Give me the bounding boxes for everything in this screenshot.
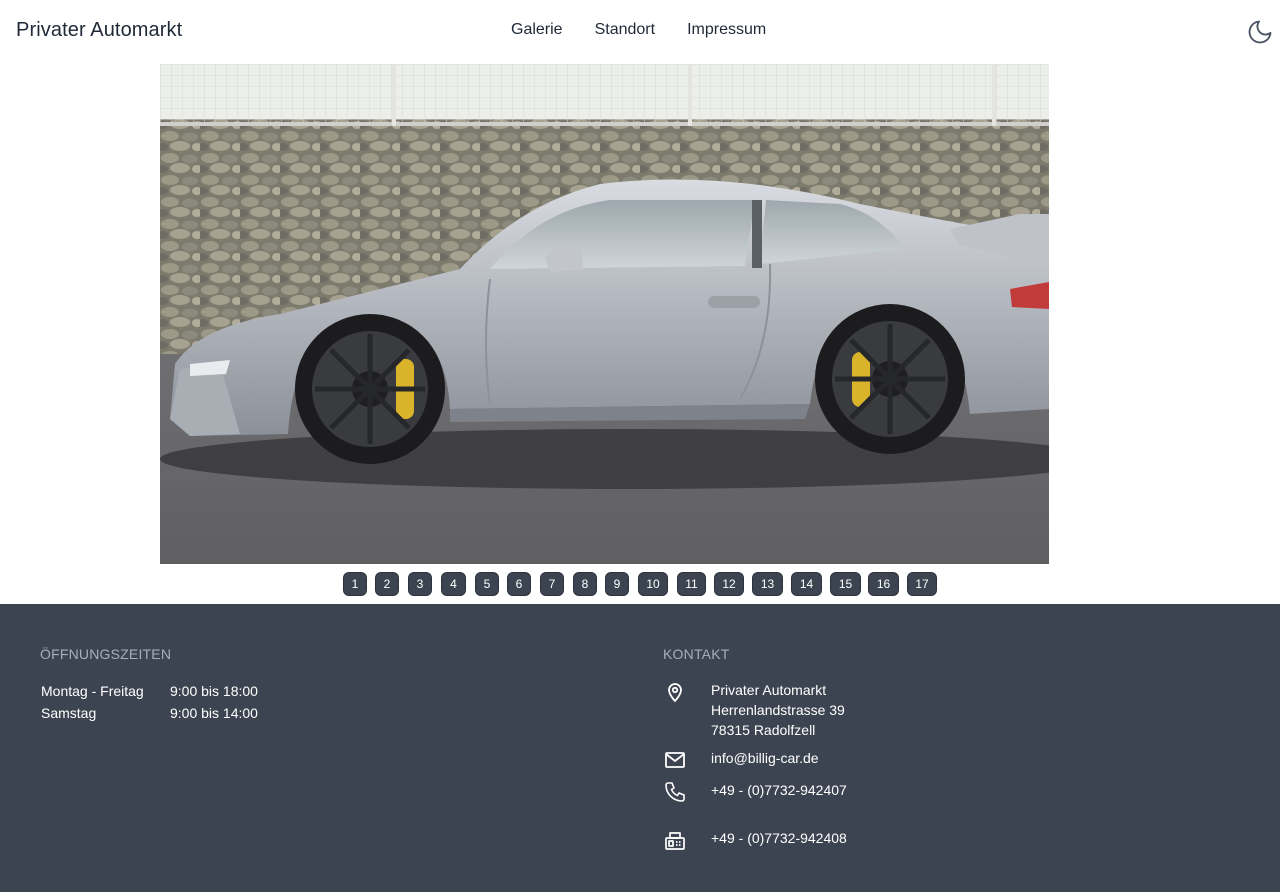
hours-day: Samstag	[41, 705, 97, 721]
address-line: Privater Automarkt	[711, 682, 827, 698]
mail-icon	[663, 748, 687, 772]
hours-day: Montag - Freitag	[41, 683, 144, 699]
main-nav: Galerie Standort Impressum	[495, 21, 782, 39]
page-button-14[interactable]: 14	[791, 572, 822, 596]
page-button-9[interactable]: 9	[605, 572, 629, 596]
hours-title: ÖFFNUNGSZEITEN	[40, 646, 172, 662]
hours-time: 9:00 bis 14:00	[170, 705, 258, 721]
contact-title: KONTAKT	[663, 646, 730, 662]
page-button-16[interactable]: 16	[868, 572, 899, 596]
page-button-1[interactable]: 1	[343, 572, 367, 596]
footer: ÖFFNUNGSZEITEN Montag - Freitag 9:00 bis…	[0, 604, 1280, 892]
hours-time: 9:00 bis 18:00	[170, 683, 258, 699]
brand-title[interactable]: Privater Automarkt	[16, 19, 182, 42]
header: Privater Automarkt Galerie Standort Impr…	[0, 0, 1280, 64]
moon-icon[interactable]	[1246, 18, 1274, 46]
gallery-pagination: 1 2 3 4 5 6 7 8 9 10 11 12 13 14 15 16 1…	[0, 572, 1280, 596]
page-button-12[interactable]: 12	[714, 572, 744, 596]
contact-email[interactable]: info@billig-car.de	[711, 748, 819, 768]
page-button-3[interactable]: 3	[408, 572, 432, 596]
page-button-11[interactable]: 11	[677, 572, 706, 596]
page-button-8[interactable]: 8	[573, 572, 597, 596]
contact-phone[interactable]: +49 - (0)7732-942407	[711, 780, 847, 800]
phone-icon	[663, 780, 687, 804]
address-line: 78315 Radolfzell	[711, 722, 816, 738]
nav-standort[interactable]: Standort	[579, 21, 671, 39]
nav-galerie[interactable]: Galerie	[495, 21, 579, 39]
page-button-15[interactable]: 15	[830, 572, 861, 596]
page-button-17[interactable]: 17	[907, 572, 937, 596]
contact-address: Privater Automarkt Herrenlandstrasse 39 …	[711, 680, 845, 740]
fax-icon	[663, 829, 687, 853]
contact-fax: +49 - (0)7732-942408	[711, 830, 847, 846]
page-button-7[interactable]: 7	[540, 572, 564, 596]
page-button-13[interactable]: 13	[752, 572, 783, 596]
page-button-4[interactable]: 4	[441, 572, 466, 596]
map-pin-icon	[663, 680, 687, 704]
page-button-10[interactable]: 10	[638, 572, 668, 596]
nav-impressum[interactable]: Impressum	[671, 21, 782, 39]
page-button-6[interactable]: 6	[507, 572, 531, 596]
address-line: Herrenlandstrasse 39	[711, 702, 845, 718]
gallery-image[interactable]	[160, 64, 1049, 564]
page-button-5[interactable]: 5	[475, 572, 499, 596]
page-button-2[interactable]: 2	[375, 572, 399, 596]
